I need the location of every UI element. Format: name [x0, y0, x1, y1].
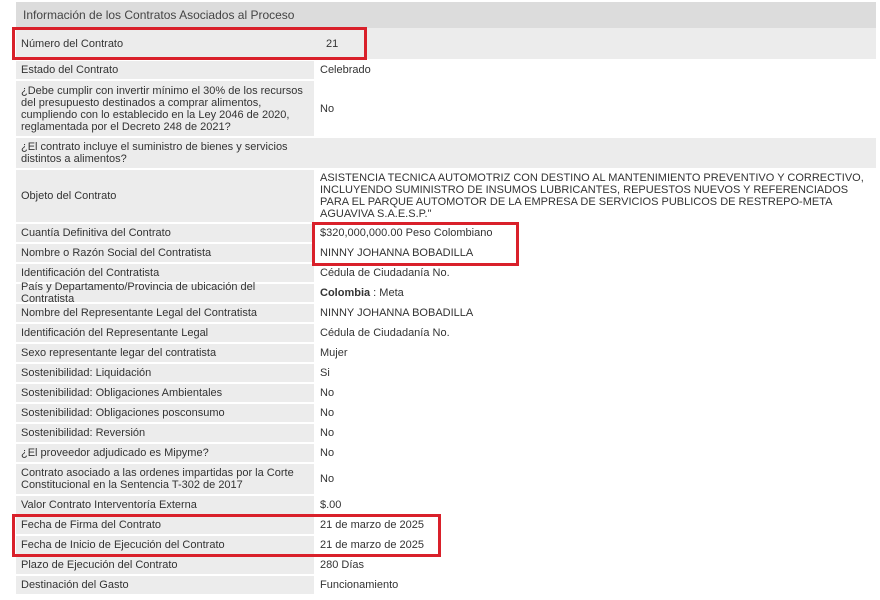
department-value: : Meta	[370, 287, 404, 299]
field-value: $.00	[314, 496, 876, 514]
field-label: Valor Contrato Interventoría Externa	[16, 496, 314, 514]
field-label: Sexo representante legar del contratista	[16, 344, 314, 362]
row-fecha-firma: Fecha de Firma del Contrato 21 de marzo …	[16, 516, 876, 536]
field-value: Cédula de Ciudadanía No.	[314, 264, 876, 282]
row-objeto-contrato: Objeto del Contrato ASISTENCIA TECNICA A…	[16, 170, 876, 224]
field-label: ¿El contrato incluye el suministro de bi…	[16, 138, 314, 168]
row-ubicacion-contratista: País y Departamento/Provincia de ubicaci…	[16, 281, 876, 305]
field-value: Funcionamiento	[314, 576, 876, 594]
row-sexo-representante: Sexo representante legar del contratista…	[16, 344, 876, 364]
row-fecha-inicio: Fecha de Inicio de Ejecución del Contrat…	[16, 536, 876, 556]
row-plazo-ejecucion: Plazo de Ejecución del Contrato 280 Días	[16, 556, 876, 576]
section-title: Información de los Contratos Asociados a…	[16, 2, 876, 28]
field-label: País y Departamento/Provincia de ubicaci…	[16, 281, 314, 305]
field-value: No	[314, 81, 876, 136]
field-label: ¿Debe cumplir con invertir mínimo el 30%…	[16, 81, 314, 136]
contracts-info-section: Información de los Contratos Asociados a…	[16, 2, 876, 596]
field-label: Número del Contrato	[16, 28, 314, 59]
field-label: Contrato asociado a las ordenes impartid…	[16, 464, 314, 494]
field-value: $320,000,000.00 Peso Colombiano	[314, 224, 876, 242]
field-value: Celebrado	[314, 61, 876, 79]
row-identificacion-representante: Identificación del Representante Legal C…	[16, 324, 876, 344]
row-sostenibilidad-posconsumo: Sostenibilidad: Obligaciones posconsumo …	[16, 404, 876, 424]
field-value: Cédula de Ciudadanía No.	[314, 324, 876, 342]
field-label: Sostenibilidad: Obligaciones posconsumo	[16, 404, 314, 422]
field-label: Objeto del Contrato	[16, 170, 314, 222]
row-sostenibilidad-ambientales: Sostenibilidad: Obligaciones Ambientales…	[16, 384, 876, 404]
field-label: Destinación del Gasto	[16, 576, 314, 594]
field-value: Mujer	[314, 344, 876, 362]
field-label: Estado del Contrato	[16, 61, 314, 79]
field-label: Fecha de Inicio de Ejecución del Contrat…	[16, 536, 314, 554]
field-value: Colombia : Meta	[314, 284, 876, 302]
row-sostenibilidad-liquidacion: Sostenibilidad: Liquidación Si	[16, 364, 876, 384]
field-label: Nombre del Representante Legal del Contr…	[16, 304, 314, 322]
field-label: Identificación del Representante Legal	[16, 324, 314, 342]
field-label: Identificación del Contratista	[16, 264, 314, 282]
row-sostenibilidad-reversion: Sostenibilidad: Reversión No	[16, 424, 876, 444]
field-value: 280 Días	[314, 556, 876, 574]
field-value: NINNY JOHANNA BOBADILLA	[314, 304, 876, 322]
field-label: ¿El proveedor adjudicado es Mipyme?	[16, 444, 314, 462]
field-value: No	[314, 384, 876, 402]
field-value: 21 de marzo de 2025	[314, 536, 876, 554]
field-label: Sostenibilidad: Reversión	[16, 424, 314, 442]
field-value	[314, 138, 876, 168]
row-mipyme: ¿El proveedor adjudicado es Mipyme? No	[16, 444, 876, 464]
country-value: Colombia	[320, 287, 371, 299]
row-numero-contrato: Número del Contrato 21	[16, 28, 876, 61]
row-inversion-alimentos: ¿Debe cumplir con invertir mínimo el 30%…	[16, 81, 876, 138]
field-value: Si	[314, 364, 876, 382]
field-value: 21 de marzo de 2025	[314, 516, 876, 534]
field-value: 21	[314, 28, 876, 59]
field-label: Plazo de Ejecución del Contrato	[16, 556, 314, 574]
field-value: ASISTENCIA TECNICA AUTOMOTRIZ CON DESTIN…	[314, 170, 876, 222]
row-destinacion-gasto: Destinación del Gasto Funcionamiento	[16, 576, 876, 596]
row-estado-contrato: Estado del Contrato Celebrado	[16, 61, 876, 81]
field-value: NINNY JOHANNA BOBADILLA	[314, 244, 876, 262]
field-label: Nombre o Razón Social del Contratista	[16, 244, 314, 262]
field-value: No	[314, 444, 876, 462]
field-label: Fecha de Firma del Contrato	[16, 516, 314, 534]
field-label: Sostenibilidad: Liquidación	[16, 364, 314, 382]
row-nombre-contratista: Nombre o Razón Social del Contratista NI…	[16, 244, 876, 264]
row-representante-legal: Nombre del Representante Legal del Contr…	[16, 304, 876, 324]
row-sentencia-t302: Contrato asociado a las ordenes impartid…	[16, 464, 876, 496]
row-interventoria-externa: Valor Contrato Interventoría Externa $.0…	[16, 496, 876, 516]
row-cuantia: Cuantía Definitiva del Contrato $320,000…	[16, 224, 876, 244]
row-suministro-bienes: ¿El contrato incluye el suministro de bi…	[16, 138, 876, 170]
field-value: No	[314, 424, 876, 442]
field-label: Cuantía Definitiva del Contrato	[16, 224, 314, 242]
field-value: No	[314, 464, 876, 494]
field-value: No	[314, 404, 876, 422]
field-label: Sostenibilidad: Obligaciones Ambientales	[16, 384, 314, 402]
